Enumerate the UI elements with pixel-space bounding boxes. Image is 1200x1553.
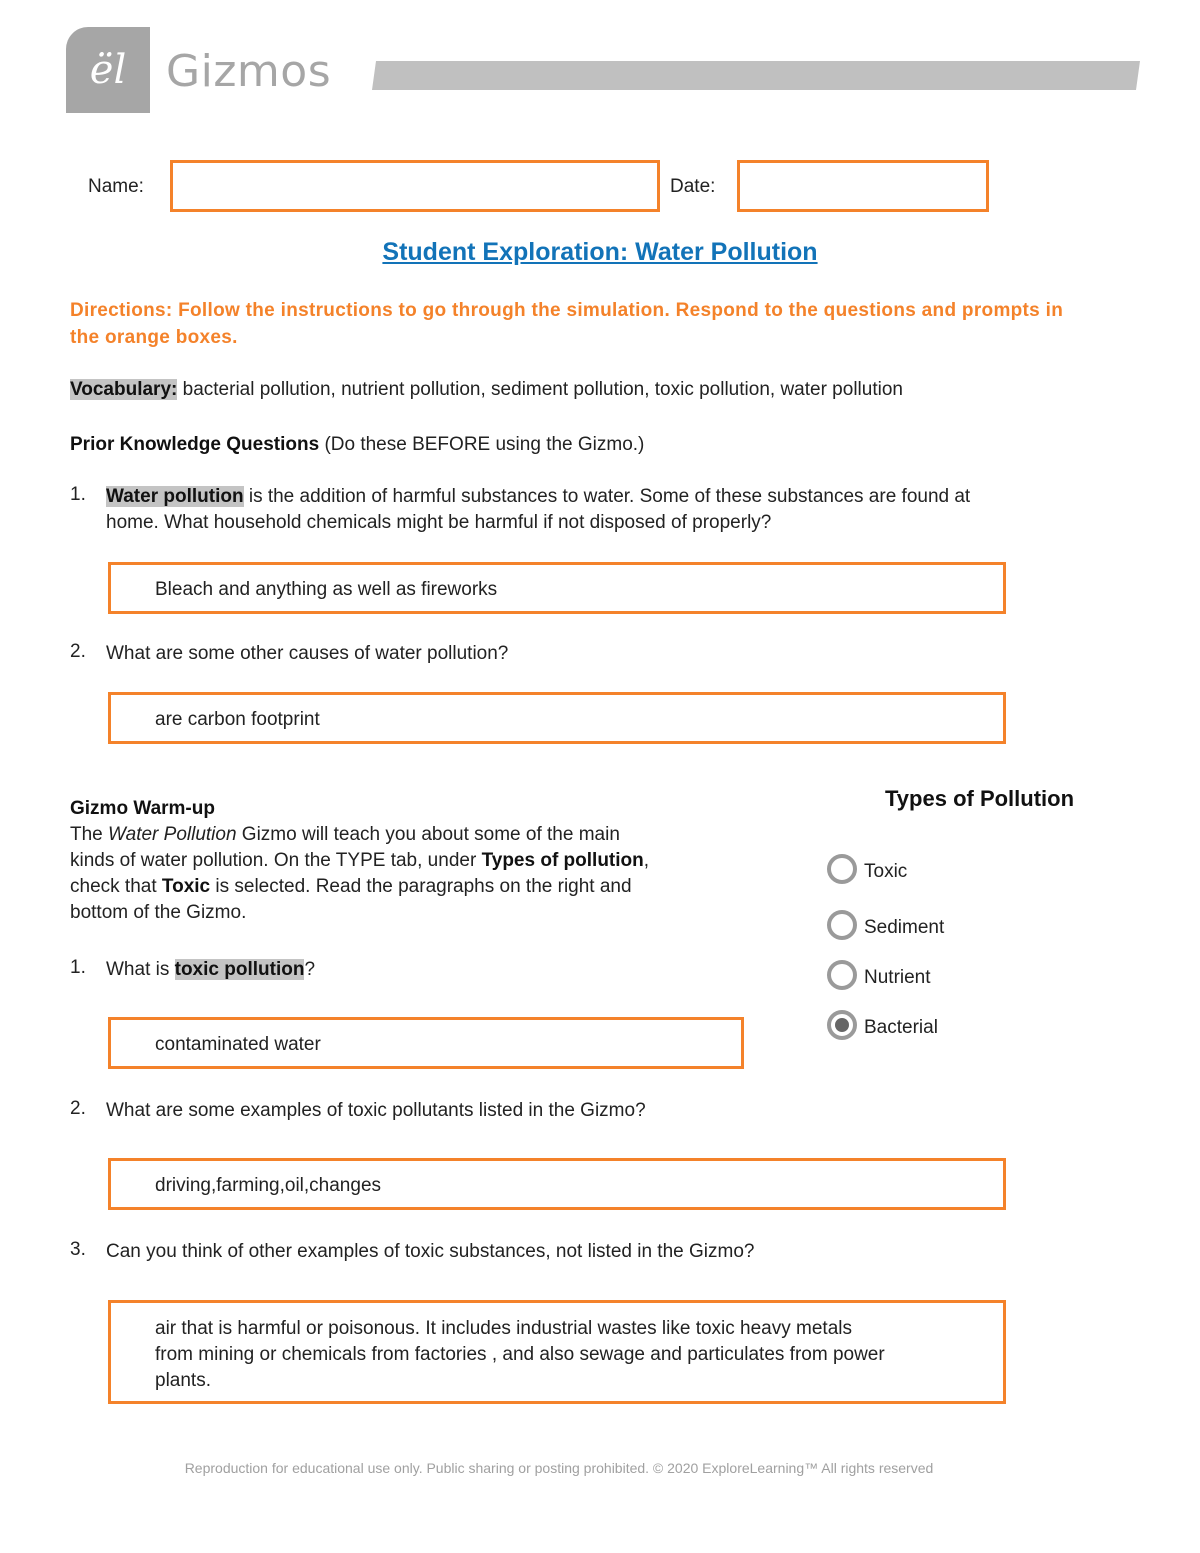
radio-nutrient[interactable] bbox=[827, 960, 857, 990]
types-of-pollution-title: Types of Pollution bbox=[885, 786, 1075, 811]
term-highlight: Water pollution bbox=[106, 486, 244, 507]
prior-question-2: What are some other causes of water poll… bbox=[106, 643, 509, 664]
explorelearning-logo-icon: ël bbox=[89, 47, 127, 93]
answer-box-prior-2[interactable]: are carbon footprint bbox=[108, 692, 1006, 744]
warmup-question-1: What is toxic pollution? bbox=[106, 957, 315, 983]
question-text: What is bbox=[106, 959, 175, 980]
answer-box-warmup-3[interactable]: air that is harmful or poisonous. It inc… bbox=[108, 1300, 1006, 1404]
header-bar bbox=[372, 61, 1140, 90]
answer-text: Bleach and anything as well as fireworks bbox=[155, 579, 498, 600]
question-number: 2. bbox=[70, 1098, 86, 1119]
question-text: is the addition of harmful substances to… bbox=[243, 486, 971, 507]
answer-line: from mining or chemicals from factories … bbox=[155, 1344, 885, 1365]
date-field[interactable] bbox=[737, 160, 989, 212]
prior-knowledge-heading: Prior Knowledge Questions (Do these BEFO… bbox=[70, 432, 644, 458]
prior-knowledge-title: Prior Knowledge Questions bbox=[70, 434, 320, 455]
radio-toxic[interactable] bbox=[827, 854, 857, 884]
answer-box-warmup-2[interactable]: driving,farming,oil,changes bbox=[108, 1158, 1006, 1210]
prior-question-1: Water pollution is the addition of harmf… bbox=[106, 484, 1106, 536]
answer-text: driving,farming,oil,changes bbox=[155, 1175, 382, 1196]
prior-knowledge-note: (Do these BEFORE using the Gizmo.) bbox=[324, 434, 645, 455]
warmup-bold: Toxic bbox=[161, 876, 211, 897]
vocabulary-line: Vocabulary: bacterial pollution, nutrien… bbox=[70, 377, 903, 403]
directions: Directions: Follow the instructions to g… bbox=[70, 300, 1064, 348]
radio-label-nutrient[interactable]: Nutrient bbox=[864, 967, 931, 989]
warmup-section: Gizmo Warm-up The Water Pollution Gizmo … bbox=[70, 796, 649, 926]
question-number: 2. bbox=[70, 641, 86, 662]
question-number: 3. bbox=[70, 1239, 86, 1260]
warmup-heading: Gizmo Warm-up bbox=[70, 798, 215, 819]
answer-line: plants. bbox=[155, 1370, 211, 1391]
warmup-question-2: What are some examples of toxic pollutan… bbox=[106, 1100, 646, 1121]
radio-label-toxic[interactable]: Toxic bbox=[864, 861, 907, 883]
warmup-text: , bbox=[643, 850, 650, 871]
answer-text: are carbon footprint bbox=[155, 709, 320, 730]
vocabulary-label: Vocabulary: bbox=[70, 379, 178, 400]
term-highlight: toxic pollution bbox=[174, 959, 305, 980]
warmup-text: The bbox=[70, 824, 109, 845]
vocabulary-terms: bacterial pollution, nutrient pollution,… bbox=[182, 379, 903, 400]
answer-text: air that is harmful or poisonous. It inc… bbox=[155, 1316, 885, 1394]
answer-box-prior-1[interactable]: Bleach and anything as well as fireworks bbox=[108, 562, 1006, 614]
answer-box-warmup-1[interactable]: contaminated water bbox=[108, 1017, 744, 1069]
answer-text: contaminated water bbox=[155, 1034, 321, 1055]
radio-label-sediment[interactable]: Sediment bbox=[864, 917, 944, 939]
footer-copyright: Reproduction for educational use only. P… bbox=[184, 1460, 934, 1476]
warmup-text: is selected. Read the paragraphs on the … bbox=[210, 876, 632, 897]
warmup-text: bottom of the Gizmo. bbox=[70, 902, 247, 923]
radio-bacterial[interactable] bbox=[827, 1010, 857, 1040]
answer-line: air that is harmful or poisonous. It inc… bbox=[155, 1318, 852, 1339]
radio-label-bacterial[interactable]: Bacterial bbox=[864, 1017, 938, 1039]
question-number: 1. bbox=[70, 957, 86, 978]
warmup-question-3: Can you think of other examples of toxic… bbox=[106, 1241, 755, 1262]
warmup-text: check that bbox=[70, 876, 162, 897]
gizmo-name: Water Pollution bbox=[108, 824, 237, 845]
warmup-bold: Types of pollution bbox=[481, 850, 644, 871]
question-number: 1. bbox=[70, 484, 86, 505]
warmup-text: kinds of water pollution. On the TYPE ta… bbox=[70, 850, 482, 871]
radio-sediment[interactable] bbox=[827, 910, 857, 940]
date-label: Date: bbox=[670, 176, 716, 197]
brand-name: Gizmos bbox=[166, 46, 332, 97]
question-text: ? bbox=[304, 959, 316, 980]
name-label: Name: bbox=[88, 176, 144, 197]
page-title: Student Exploration: Water Pollution bbox=[382, 238, 818, 266]
warmup-text: Gizmo will teach you about some of the m… bbox=[236, 824, 620, 845]
name-field[interactable] bbox=[170, 160, 660, 212]
question-text: home. What household chemicals might be … bbox=[106, 512, 772, 533]
